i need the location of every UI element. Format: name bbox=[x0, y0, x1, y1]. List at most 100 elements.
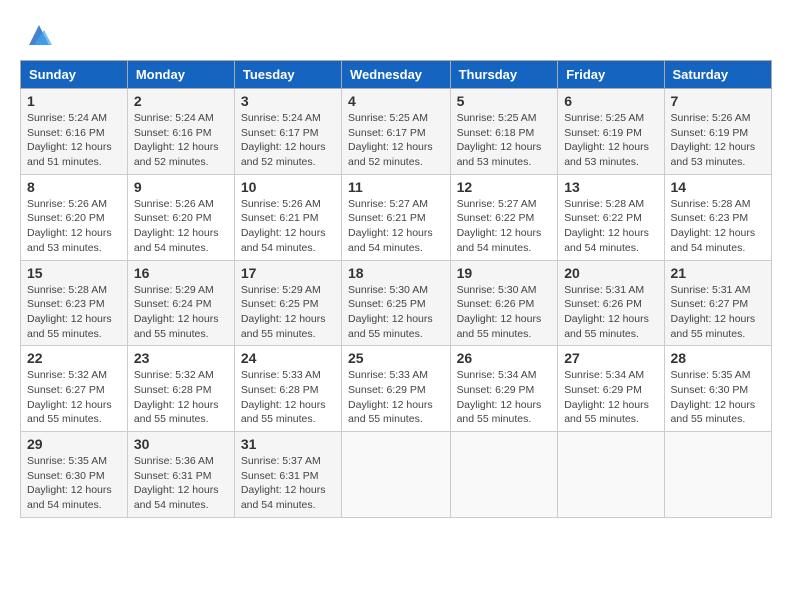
calendar-cell: 16 Sunrise: 5:29 AM Sunset: 6:24 PM Dayli… bbox=[127, 260, 234, 346]
calendar-header-row: SundayMondayTuesdayWednesdayThursdayFrid… bbox=[21, 61, 772, 89]
day-number: 8 bbox=[27, 179, 121, 195]
calendar-week-row: 8 Sunrise: 5:26 AM Sunset: 6:20 PM Daylig… bbox=[21, 174, 772, 260]
day-info: Sunrise: 5:34 AM Sunset: 6:29 PM Dayligh… bbox=[457, 368, 552, 427]
calendar-week-row: 22Sunrise: 5:32 AM Sunset: 6:27 PM Dayli… bbox=[21, 346, 772, 432]
day-number: 21 bbox=[671, 265, 765, 281]
day-info: Sunrise: 5:32 AM Sunset: 6:27 PM Dayligh… bbox=[27, 368, 121, 427]
page-header bbox=[20, 20, 772, 50]
day-number: 4 bbox=[348, 93, 444, 109]
calendar-cell: 26 Sunrise: 5:34 AM Sunset: 6:29 PM Dayli… bbox=[450, 346, 558, 432]
calendar-cell bbox=[450, 432, 558, 518]
calendar-week-row: 29 Sunrise: 5:35 AM Sunset: 6:30 PM Dayli… bbox=[21, 432, 772, 518]
day-info: Sunrise: 5:26 AM Sunset: 6:20 PM Dayligh… bbox=[134, 197, 228, 256]
day-number: 23 bbox=[134, 350, 228, 366]
calendar-cell: 7Sunrise: 5:26 AM Sunset: 6:19 PM Daylig… bbox=[664, 89, 771, 175]
calendar-header-tuesday: Tuesday bbox=[234, 61, 341, 89]
day-number: 11 bbox=[348, 179, 444, 195]
day-info: Sunrise: 5:28 AM Sunset: 6:23 PM Dayligh… bbox=[27, 283, 121, 342]
day-number: 14 bbox=[671, 179, 765, 195]
calendar-cell: 24 Sunrise: 5:33 AM Sunset: 6:28 PM Dayli… bbox=[234, 346, 341, 432]
calendar-cell: 30 Sunrise: 5:36 AM Sunset: 6:31 PM Dayli… bbox=[127, 432, 234, 518]
day-number: 28 bbox=[671, 350, 765, 366]
day-info: Sunrise: 5:24 AM Sunset: 6:16 PM Dayligh… bbox=[27, 111, 121, 170]
calendar-cell: 21 Sunrise: 5:31 AM Sunset: 6:27 PM Dayli… bbox=[664, 260, 771, 346]
day-info: Sunrise: 5:37 AM Sunset: 6:31 PM Dayligh… bbox=[241, 454, 335, 513]
day-info: Sunrise: 5:26 AM Sunset: 6:21 PM Dayligh… bbox=[241, 197, 335, 256]
calendar-cell: 22Sunrise: 5:32 AM Sunset: 6:27 PM Dayli… bbox=[21, 346, 128, 432]
calendar-cell: 15 Sunrise: 5:28 AM Sunset: 6:23 PM Dayli… bbox=[21, 260, 128, 346]
calendar-cell: 28 Sunrise: 5:35 AM Sunset: 6:30 PM Dayli… bbox=[664, 346, 771, 432]
day-number: 5 bbox=[457, 93, 552, 109]
day-info: Sunrise: 5:33 AM Sunset: 6:28 PM Dayligh… bbox=[241, 368, 335, 427]
calendar-cell: 2 Sunrise: 5:24 AM Sunset: 6:16 PM Daylig… bbox=[127, 89, 234, 175]
calendar-week-row: 15 Sunrise: 5:28 AM Sunset: 6:23 PM Dayli… bbox=[21, 260, 772, 346]
calendar-cell: 23 Sunrise: 5:32 AM Sunset: 6:28 PM Dayli… bbox=[127, 346, 234, 432]
day-number: 7 bbox=[671, 93, 765, 109]
calendar-table: SundayMondayTuesdayWednesdayThursdayFrid… bbox=[20, 60, 772, 518]
day-info: Sunrise: 5:26 AM Sunset: 6:20 PM Dayligh… bbox=[27, 197, 121, 256]
day-info: Sunrise: 5:30 AM Sunset: 6:25 PM Dayligh… bbox=[348, 283, 444, 342]
calendar-header-friday: Friday bbox=[558, 61, 664, 89]
day-info: Sunrise: 5:34 AM Sunset: 6:29 PM Dayligh… bbox=[564, 368, 657, 427]
calendar-cell: 11Sunrise: 5:27 AM Sunset: 6:21 PM Dayli… bbox=[342, 174, 451, 260]
day-number: 3 bbox=[241, 93, 335, 109]
logo bbox=[20, 20, 54, 50]
calendar-cell: 20 Sunrise: 5:31 AM Sunset: 6:26 PM Dayli… bbox=[558, 260, 664, 346]
day-info: Sunrise: 5:24 AM Sunset: 6:16 PM Dayligh… bbox=[134, 111, 228, 170]
day-number: 2 bbox=[134, 93, 228, 109]
calendar-cell: 19Sunrise: 5:30 AM Sunset: 6:26 PM Dayli… bbox=[450, 260, 558, 346]
day-info: Sunrise: 5:25 AM Sunset: 6:17 PM Dayligh… bbox=[348, 111, 444, 170]
day-number: 18 bbox=[348, 265, 444, 281]
calendar-cell: 13 Sunrise: 5:28 AM Sunset: 6:22 PM Dayli… bbox=[558, 174, 664, 260]
day-info: Sunrise: 5:29 AM Sunset: 6:24 PM Dayligh… bbox=[134, 283, 228, 342]
day-number: 10 bbox=[241, 179, 335, 195]
calendar-cell bbox=[558, 432, 664, 518]
calendar-cell: 12Sunrise: 5:27 AM Sunset: 6:22 PM Dayli… bbox=[450, 174, 558, 260]
day-number: 16 bbox=[134, 265, 228, 281]
day-info: Sunrise: 5:29 AM Sunset: 6:25 PM Dayligh… bbox=[241, 283, 335, 342]
calendar-cell: 31Sunrise: 5:37 AM Sunset: 6:31 PM Dayli… bbox=[234, 432, 341, 518]
day-number: 29 bbox=[27, 436, 121, 452]
day-info: Sunrise: 5:31 AM Sunset: 6:27 PM Dayligh… bbox=[671, 283, 765, 342]
day-number: 9 bbox=[134, 179, 228, 195]
day-info: Sunrise: 5:28 AM Sunset: 6:22 PM Dayligh… bbox=[564, 197, 657, 256]
calendar-header-wednesday: Wednesday bbox=[342, 61, 451, 89]
calendar-cell: 3Sunrise: 5:24 AM Sunset: 6:17 PM Daylig… bbox=[234, 89, 341, 175]
calendar-cell: 18 Sunrise: 5:30 AM Sunset: 6:25 PM Dayli… bbox=[342, 260, 451, 346]
day-number: 20 bbox=[564, 265, 657, 281]
day-number: 26 bbox=[457, 350, 552, 366]
day-number: 24 bbox=[241, 350, 335, 366]
day-info: Sunrise: 5:25 AM Sunset: 6:18 PM Dayligh… bbox=[457, 111, 552, 170]
day-number: 30 bbox=[134, 436, 228, 452]
day-info: Sunrise: 5:36 AM Sunset: 6:31 PM Dayligh… bbox=[134, 454, 228, 513]
calendar-cell: 10 Sunrise: 5:26 AM Sunset: 6:21 PM Dayli… bbox=[234, 174, 341, 260]
day-info: Sunrise: 5:31 AM Sunset: 6:26 PM Dayligh… bbox=[564, 283, 657, 342]
day-info: Sunrise: 5:25 AM Sunset: 6:19 PM Dayligh… bbox=[564, 111, 657, 170]
day-info: Sunrise: 5:33 AM Sunset: 6:29 PM Dayligh… bbox=[348, 368, 444, 427]
day-number: 12 bbox=[457, 179, 552, 195]
calendar-header-sunday: Sunday bbox=[21, 61, 128, 89]
calendar-header-monday: Monday bbox=[127, 61, 234, 89]
calendar-cell: 29 Sunrise: 5:35 AM Sunset: 6:30 PM Dayli… bbox=[21, 432, 128, 518]
calendar-cell: 27Sunrise: 5:34 AM Sunset: 6:29 PM Dayli… bbox=[558, 346, 664, 432]
calendar-cell: 8 Sunrise: 5:26 AM Sunset: 6:20 PM Daylig… bbox=[21, 174, 128, 260]
day-number: 1 bbox=[27, 93, 121, 109]
logo-icon bbox=[24, 20, 54, 50]
day-info: Sunrise: 5:32 AM Sunset: 6:28 PM Dayligh… bbox=[134, 368, 228, 427]
calendar-cell: 1 Sunrise: 5:24 AM Sunset: 6:16 PM Daylig… bbox=[21, 89, 128, 175]
day-number: 25 bbox=[348, 350, 444, 366]
day-info: Sunrise: 5:30 AM Sunset: 6:26 PM Dayligh… bbox=[457, 283, 552, 342]
day-info: Sunrise: 5:35 AM Sunset: 6:30 PM Dayligh… bbox=[27, 454, 121, 513]
calendar-cell: 9 Sunrise: 5:26 AM Sunset: 6:20 PM Daylig… bbox=[127, 174, 234, 260]
day-number: 15 bbox=[27, 265, 121, 281]
calendar-cell: 6 Sunrise: 5:25 AM Sunset: 6:19 PM Daylig… bbox=[558, 89, 664, 175]
calendar-header-saturday: Saturday bbox=[664, 61, 771, 89]
day-number: 13 bbox=[564, 179, 657, 195]
day-number: 17 bbox=[241, 265, 335, 281]
calendar-cell bbox=[342, 432, 451, 518]
day-number: 6 bbox=[564, 93, 657, 109]
day-info: Sunrise: 5:35 AM Sunset: 6:30 PM Dayligh… bbox=[671, 368, 765, 427]
calendar-cell: 14 Sunrise: 5:28 AM Sunset: 6:23 PM Dayli… bbox=[664, 174, 771, 260]
day-info: Sunrise: 5:28 AM Sunset: 6:23 PM Dayligh… bbox=[671, 197, 765, 256]
calendar-header-thursday: Thursday bbox=[450, 61, 558, 89]
